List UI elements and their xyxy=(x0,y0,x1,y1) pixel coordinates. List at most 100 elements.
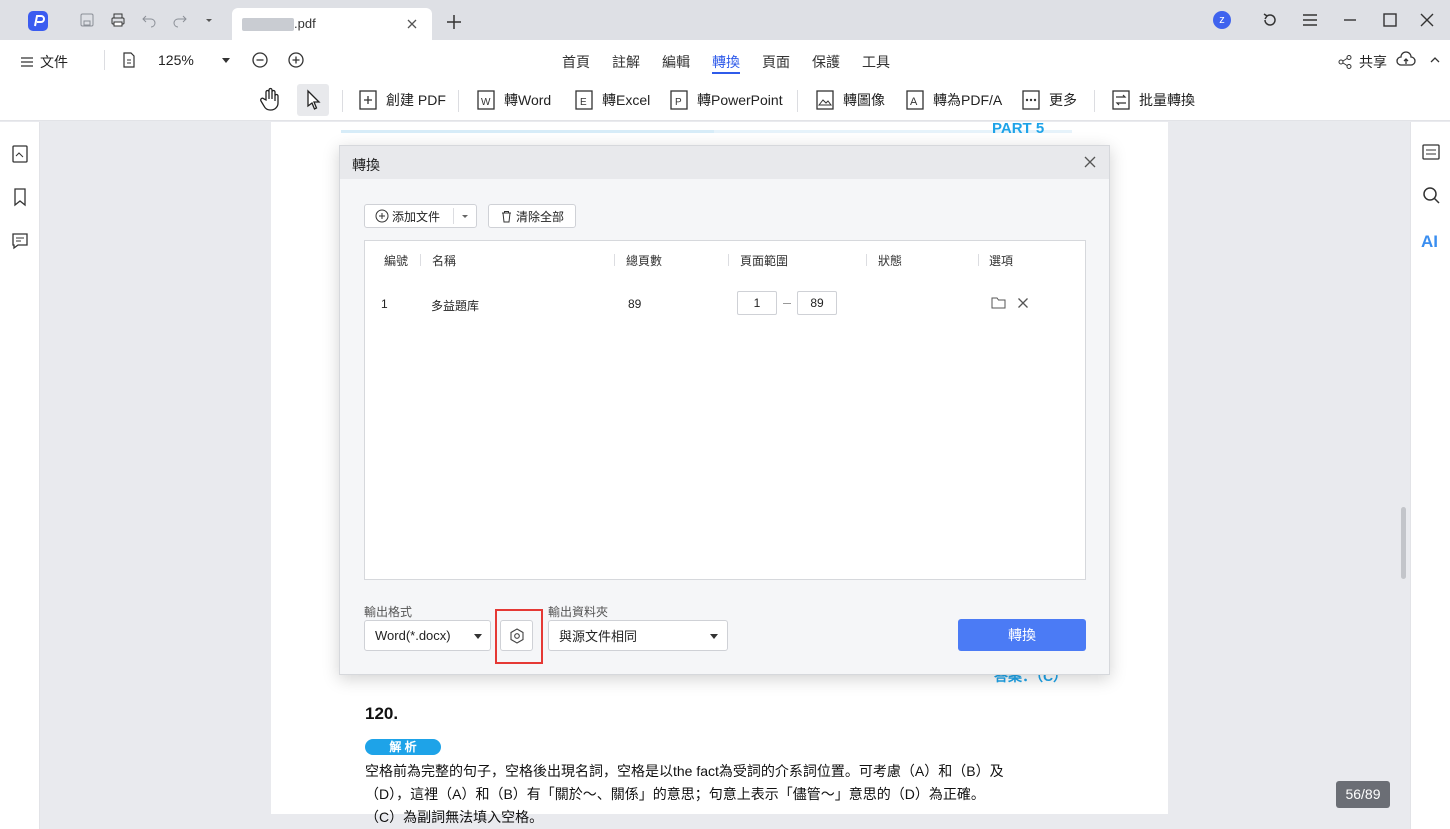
remove-icon[interactable] xyxy=(1016,296,1030,310)
redo-icon[interactable] xyxy=(172,12,188,28)
ai-icon[interactable]: AI xyxy=(1421,230,1441,250)
clear-all-label: 清除全部 xyxy=(516,209,565,224)
cloud-upload-icon[interactable] xyxy=(1396,51,1416,69)
chevron-down-icon[interactable] xyxy=(203,12,219,28)
to-word-label: 轉Word xyxy=(504,92,552,108)
divider xyxy=(1094,90,1095,112)
tab-protect[interactable]: 保護 xyxy=(812,52,840,72)
add-file-button[interactable]: 添加文件 xyxy=(364,204,477,228)
avatar[interactable]: z xyxy=(1213,11,1231,29)
page-indicator[interactable]: 56/89 xyxy=(1336,781,1390,808)
collapse-toolbar-icon[interactable] xyxy=(1428,51,1442,69)
share-button[interactable]: 共享 xyxy=(1337,52,1387,72)
to-powerpoint-label: 轉PowerPoint xyxy=(697,92,783,108)
left-sidebar xyxy=(0,122,40,829)
create-pdf-icon xyxy=(359,90,377,110)
to-excel-label: 轉Excel xyxy=(602,92,651,108)
tab-convert[interactable]: 轉換 xyxy=(712,52,740,74)
analysis-badge: 解 析 xyxy=(365,739,441,755)
save-icon[interactable] xyxy=(79,12,95,28)
close-icon[interactable] xyxy=(1082,154,1098,170)
close-icon[interactable] xyxy=(405,17,419,31)
svg-text:A: A xyxy=(910,96,918,108)
folder-icon[interactable] xyxy=(991,296,1006,310)
select-tool-button[interactable] xyxy=(297,84,329,116)
analysis-line-3: （C）為副詞無法填入空格。 xyxy=(365,809,544,825)
plus-icon[interactable] xyxy=(445,13,463,31)
share-label: 共享 xyxy=(1359,54,1387,70)
to-excel-button[interactable]: E 轉Excel xyxy=(574,88,650,112)
to-powerpoint-button[interactable]: P 轉PowerPoint xyxy=(669,88,783,112)
row-pages: 89 xyxy=(628,297,642,311)
minimize-icon[interactable] xyxy=(1341,11,1359,29)
redacted-filename xyxy=(242,18,294,31)
pdfa-icon: A xyxy=(906,90,924,110)
zoom-in-icon[interactable] xyxy=(287,51,305,69)
hand-tool-icon[interactable] xyxy=(258,87,282,113)
app-logo-icon[interactable] xyxy=(28,11,48,31)
zoom-level[interactable]: 125% xyxy=(158,52,194,68)
chevron-down-icon[interactable] xyxy=(461,214,469,220)
format-settings-button[interactable] xyxy=(500,620,533,651)
thumbnail-icon[interactable] xyxy=(10,144,30,164)
excel-icon: E xyxy=(575,90,593,110)
bookmark-icon[interactable] xyxy=(10,187,30,207)
analysis-line-1: 空格前為完整的句子，空格後出現名詞，空格是以the fact為受詞的介系詞位置。… xyxy=(365,763,1004,779)
column-header-range: 頁面範圍 xyxy=(740,254,789,268)
tab-page[interactable]: 頁面 xyxy=(762,52,790,72)
maximize-icon[interactable] xyxy=(1381,11,1399,29)
range-from-input[interactable]: 1 xyxy=(737,291,777,315)
column-header-pages: 總頁數 xyxy=(626,254,663,268)
tab-title: .pdf xyxy=(294,16,316,31)
to-word-button[interactable]: W 轉Word xyxy=(476,88,551,112)
clear-all-button[interactable]: 清除全部 xyxy=(488,204,576,228)
column-divider xyxy=(978,254,979,266)
refresh-icon[interactable] xyxy=(1261,11,1279,29)
menu-icon[interactable] xyxy=(1301,11,1319,29)
to-pdfa-button[interactable]: A 轉為PDF/A xyxy=(905,88,1002,112)
search-icon[interactable] xyxy=(1421,185,1441,205)
comment-icon[interactable] xyxy=(10,231,30,251)
print-icon[interactable] xyxy=(110,12,126,28)
column-header-options: 選項 xyxy=(989,254,1014,268)
batch-convert-icon xyxy=(1112,90,1130,110)
properties-icon[interactable] xyxy=(1421,142,1441,162)
zoom-dropdown-icon[interactable] xyxy=(222,58,230,64)
page-icon[interactable] xyxy=(120,51,138,69)
document-tab[interactable]: .pdf xyxy=(232,8,432,40)
chevron-down-icon xyxy=(710,634,718,639)
column-divider xyxy=(866,254,867,266)
svg-text:P: P xyxy=(675,97,682,108)
powerpoint-icon: P xyxy=(670,90,688,110)
divider xyxy=(453,208,454,224)
more-button[interactable]: 更多 xyxy=(1021,88,1077,112)
analysis-line-2: （D），這裡（A）和（B）有「關於～、關係」的意思；句意上表示「儘管～」意思的（… xyxy=(365,786,985,802)
create-pdf-button[interactable]: 創建 PDF xyxy=(358,88,446,112)
output-format-select[interactable]: Word(*.docx) xyxy=(364,620,491,651)
output-folder-select[interactable]: 與源文件相同 xyxy=(548,620,728,651)
chevron-down-icon xyxy=(474,634,482,639)
zoom-out-icon[interactable] xyxy=(251,51,269,69)
tab-comment[interactable]: 註解 xyxy=(612,52,640,72)
file-table: 編號 名稱 總頁數 頁面範圍 狀態 選項 1 多益題库 89 1 89 xyxy=(364,240,1086,580)
tab-tools[interactable]: 工具 xyxy=(862,52,890,72)
convert-button[interactable]: 轉換 xyxy=(958,619,1086,651)
column-divider xyxy=(614,254,615,266)
output-format-label: 輸出格式 xyxy=(364,605,413,619)
range-to-input[interactable]: 89 xyxy=(797,291,837,315)
trash-icon xyxy=(502,210,511,222)
divider xyxy=(104,50,105,70)
close-window-icon[interactable] xyxy=(1418,11,1436,29)
scrollbar[interactable] xyxy=(1401,507,1406,579)
range-dash xyxy=(783,303,791,304)
tab-home[interactable]: 首頁 xyxy=(562,52,590,72)
convert-dialog: 轉換 添加文件 清除全部 編號 名稱 總頁數 頁面範圍 狀態 選項 1 多益題库… xyxy=(339,145,1110,675)
divider xyxy=(797,90,798,112)
file-menu-button[interactable]: 文件 xyxy=(20,52,68,72)
column-divider xyxy=(420,254,421,266)
undo-icon[interactable] xyxy=(141,12,157,28)
to-image-button[interactable]: 轉圖像 xyxy=(815,88,885,112)
tab-edit[interactable]: 編輯 xyxy=(662,52,690,72)
more-icon xyxy=(1022,90,1040,110)
batch-convert-button[interactable]: 批量轉換 xyxy=(1111,88,1195,112)
